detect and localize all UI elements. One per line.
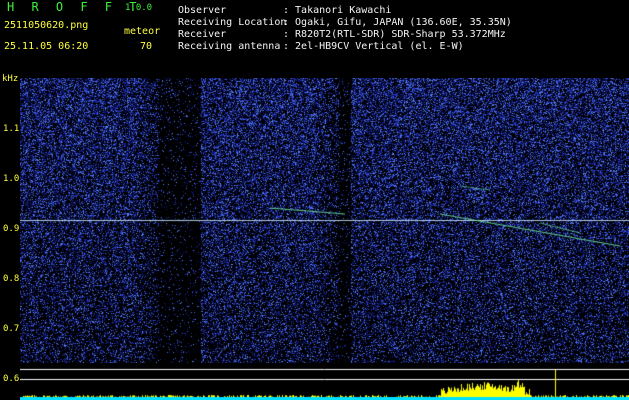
y-tick-1-1: 1.1 xyxy=(3,124,20,134)
antenna-label: Receiving antenna xyxy=(178,41,281,52)
receiver-label: Receiver xyxy=(178,29,227,40)
observer-value: : Takanori Kawachi xyxy=(283,5,392,16)
file-name: 2511050620.png xyxy=(4,20,89,31)
y-tick-0-6: 0.6 xyxy=(3,374,20,384)
signal-strength-graph xyxy=(20,363,629,400)
y-tick-0-9: 0.9 xyxy=(3,224,20,234)
detection-label: meteor xyxy=(124,26,161,37)
app-title: H R O F F T xyxy=(7,0,142,14)
antenna-value: : 2el-HB9CV Vertical (el. E-W) xyxy=(283,41,464,52)
location-label: Receiving Location xyxy=(178,17,287,28)
receiver-value: : R820T2(RTL-SDR) SDR-Sharp 53.372MHz xyxy=(283,29,506,40)
observer-label: Observer xyxy=(178,5,227,16)
hrofft-screen: H R O F F T 1.0.0 2511050620.png 25.11.0… xyxy=(0,0,629,400)
detection-count: 70 xyxy=(140,41,153,52)
y-tick-0-8: 0.8 xyxy=(3,274,20,284)
y-axis-unit: kHz xyxy=(2,74,19,84)
y-tick-1-0: 1.0 xyxy=(3,174,20,184)
y-tick-0-7: 0.7 xyxy=(3,324,20,334)
location-value: : Ogaki, Gifu, JAPAN (136.60E, 35.35N) xyxy=(283,17,512,28)
app-version: 1.0.0 xyxy=(125,3,153,13)
capture-datetime: 25.11.05 06:20 xyxy=(4,41,89,52)
spectrogram-waterfall xyxy=(20,78,629,363)
